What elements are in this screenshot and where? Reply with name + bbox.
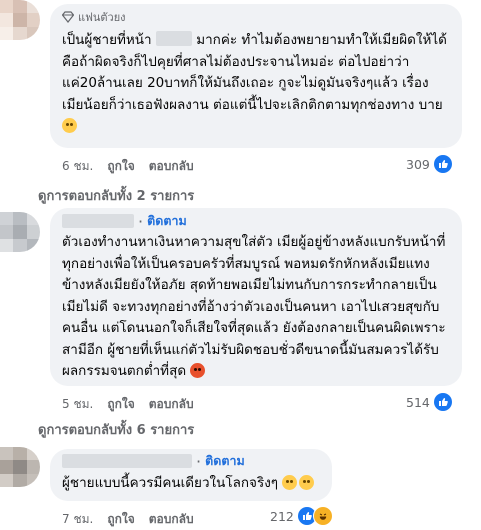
view-replies-link[interactable]: ดูการตอบกลับทั้ง 6 รายการ xyxy=(38,419,194,440)
like-icon xyxy=(433,155,452,173)
comment-actions: 6 ชม. ถูกใจ ตอบกลับ xyxy=(62,157,208,176)
reaction-summary[interactable]: 212 xyxy=(270,506,333,526)
top-fan-badge: แฟนตัวยง xyxy=(62,8,126,26)
reply-button[interactable]: ตอบกลับ xyxy=(149,510,194,529)
badge-label: แฟนตัวยง xyxy=(78,11,126,24)
smirking-face-emoji xyxy=(299,475,315,490)
comment-text: ตัวเองทำงานหาเงินหาความสุขใส่ตัว เมียผู้… xyxy=(62,234,446,379)
comment-bubble: · ติดตาม ผู้ชายแบบนี้ควรมีคนเดียวในโลกจร… xyxy=(50,449,332,501)
follow-button[interactable]: ติดตาม xyxy=(205,451,245,471)
comment-bubble: · ติดตาม ตัวเองทำงานหาเงินหาความสุขใส่ตั… xyxy=(50,208,462,386)
commenter-avatar[interactable] xyxy=(0,447,40,487)
like-button[interactable]: ถูกใจ xyxy=(107,157,134,176)
like-button[interactable]: ถูกใจ xyxy=(107,395,134,414)
comment-time[interactable]: 5 ชม. xyxy=(62,395,93,414)
comment-time[interactable]: 7 ชม. xyxy=(62,510,93,529)
like-icon xyxy=(433,393,452,411)
comment-text: ผู้ชายแบบนี้ควรมีคนเดียวในโลกจริงๆ xyxy=(50,473,332,495)
commenter-avatar[interactable] xyxy=(0,0,40,40)
comment-time[interactable]: 6 ชม. xyxy=(62,157,93,176)
reaction-summary[interactable]: 309 xyxy=(406,155,452,173)
diamond-icon xyxy=(62,11,74,23)
angry-face-emoji xyxy=(190,363,206,378)
commenter-avatar[interactable] xyxy=(0,212,40,252)
haha-icon xyxy=(312,506,333,526)
smirking-face-emoji xyxy=(282,475,298,490)
follow-button[interactable]: ติดตาม xyxy=(147,211,187,231)
view-replies-link[interactable]: ดูการตอบกลับทั้ง 2 รายการ xyxy=(38,185,194,206)
view-replies-label[interactable]: ดูการตอบกลับทั้ง 2 รายการ xyxy=(38,185,194,206)
redacted-name xyxy=(155,31,192,46)
view-replies-label[interactable]: ดูการตอบกลับทั้ง 6 รายการ xyxy=(38,419,194,440)
reaction-count: 309 xyxy=(406,156,430,172)
comment-bubble: แฟนตัวยง เป็นผู้ชายที่หน้า มากค่ะ ทำไมต้… xyxy=(50,4,462,148)
reaction-summary[interactable]: 514 xyxy=(406,393,452,411)
redacted-username[interactable] xyxy=(62,214,134,228)
comment-actions: 5 ชม. ถูกใจ ตอบกลับ xyxy=(62,395,208,414)
rolling-eyes-emoji xyxy=(62,118,77,133)
comment-actions: 7 ชม. ถูกใจ ตอบกลับ xyxy=(62,510,208,529)
redacted-username[interactable] xyxy=(62,454,192,468)
reaction-count: 514 xyxy=(406,394,430,410)
comment-text: เป็นผู้ชายที่หน้า มากค่ะ ทำไมต้องพยายามท… xyxy=(50,30,462,138)
reply-button[interactable]: ตอบกลับ xyxy=(149,157,194,176)
reaction-count: 212 xyxy=(270,508,294,524)
like-button[interactable]: ถูกใจ xyxy=(107,510,134,529)
reply-button[interactable]: ตอบกลับ xyxy=(149,395,194,414)
